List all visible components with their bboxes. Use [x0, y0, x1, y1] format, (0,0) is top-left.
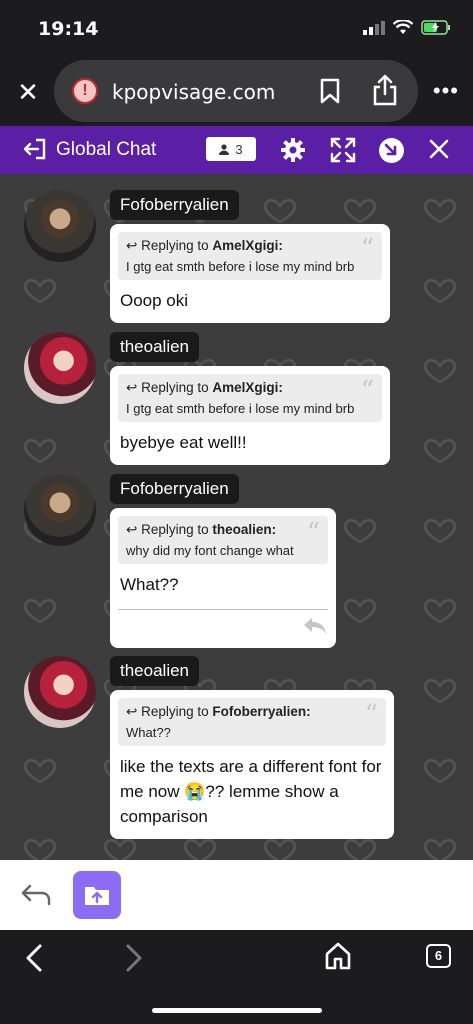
address-bar[interactable]: ! kpopvisage.com: [54, 60, 418, 122]
reply-preview[interactable]: ↩ Replying to theoalien: why did my font…: [118, 516, 328, 564]
reply-quoted-text: I gtg eat smth before i lose my mind brb: [126, 259, 355, 274]
chat-message: theoalien ↩ Replying to Fofoberryalien: …: [24, 656, 444, 846]
reply-prefix: Replying to: [141, 380, 209, 395]
back-arrow-icon[interactable]: [24, 944, 44, 972]
chat-title: Global Chat: [56, 139, 157, 160]
message-bubble[interactable]: ↩ Replying to theoalien: why did my font…: [110, 508, 336, 648]
wifi-icon: [393, 20, 413, 34]
reply-target-user: AmelXgigi:: [212, 380, 283, 395]
reply-prefix: Replying to: [141, 522, 209, 537]
close-chat-icon[interactable]: [428, 137, 450, 161]
status-icons: [363, 20, 451, 35]
reply-arrow-icon: ↩: [126, 380, 138, 395]
reply-header: ↩ Replying to AmelXgigi:: [126, 238, 348, 254]
reply-arrow-icon: ↩: [126, 522, 138, 537]
reply-preview[interactable]: ↩ Replying to AmelXgigi: I gtg eat smth …: [118, 374, 382, 422]
more-options-icon[interactable]: •••: [433, 78, 459, 104]
reply-preview[interactable]: ↩ Replying to Fofoberryalien: What?? “: [118, 698, 386, 746]
upload-button[interactable]: [73, 871, 121, 919]
username[interactable]: Fofoberryalien: [110, 474, 239, 504]
chat-message: theoalien ↩ Replying to AmelXgigi: I gtg…: [24, 332, 444, 472]
message-text: Ooop oki: [120, 291, 189, 310]
browser-bottom-bar: 6: [0, 930, 473, 1024]
forward-arrow-icon[interactable]: [124, 944, 144, 972]
status-time: 19:14: [38, 18, 99, 40]
avatar[interactable]: [24, 190, 96, 262]
reply-preview[interactable]: ↩ Replying to AmelXgigi: I gtg eat smth …: [118, 232, 382, 280]
url-text[interactable]: kpopvisage.com: [112, 80, 275, 104]
quote-icon: “: [306, 518, 320, 548]
reply-target-user: theoalien:: [212, 522, 277, 537]
chat-header: Global Chat 3: [0, 126, 473, 174]
home-icon[interactable]: [325, 942, 351, 970]
reply-prefix: Replying to: [141, 704, 209, 719]
signal-icon: [363, 20, 385, 35]
quote-icon: “: [360, 376, 374, 406]
message-text: What??: [120, 575, 179, 594]
share-icon[interactable]: [372, 74, 398, 106]
quote-icon: “: [360, 234, 374, 264]
message-bubble[interactable]: ↩ Replying to Fofoberryalien: What?? “ l…: [110, 690, 394, 839]
security-warning-icon[interactable]: !: [72, 78, 98, 104]
chat-messages-area[interactable]: Fofoberryalien ↩ Replying to AmelXgigi: …: [0, 174, 473, 860]
battery-icon: [421, 20, 450, 35]
message-bubble[interactable]: ↩ Replying to AmelXgigi: I gtg eat smth …: [110, 224, 390, 323]
message-bubble[interactable]: ↩ Replying to AmelXgigi: I gtg eat smth …: [110, 366, 390, 465]
status-bar: 19:14: [0, 0, 473, 60]
settings-gear-icon[interactable]: [280, 137, 306, 163]
exit-chat-icon[interactable]: [22, 138, 46, 160]
home-indicator: [152, 1008, 322, 1013]
chat-message: Fofoberryalien ↩ Replying to theoalien: …: [24, 474, 444, 648]
reply-quoted-text: why did my font change what: [126, 543, 294, 558]
folder-upload-icon: [85, 887, 109, 905]
reply-quoted-text: What??: [126, 725, 171, 740]
reply-arrow-icon: ↩: [126, 704, 138, 719]
reply-back-icon[interactable]: [20, 882, 52, 908]
chat-composer: [0, 860, 473, 930]
reply-action[interactable]: [118, 610, 328, 640]
avatar[interactable]: [24, 656, 96, 728]
reply-header: ↩ Replying to AmelXgigi:: [126, 380, 348, 396]
message-text: byebye eat well!!: [120, 433, 247, 452]
reply-prefix: Replying to: [141, 238, 209, 253]
user-icon: [219, 143, 230, 155]
reply-target-user: Fofoberryalien:: [212, 704, 311, 719]
close-icon[interactable]: ✕: [14, 78, 42, 106]
bookmark-icon[interactable]: [320, 78, 340, 104]
browser-toolbar: ✕ ! kpopvisage.com •••: [0, 60, 473, 126]
reply-header: ↩ Replying to Fofoberryalien:: [126, 704, 352, 720]
reply-quoted-text: I gtg eat smth before i lose my mind brb: [126, 401, 355, 416]
avatar[interactable]: [24, 332, 96, 404]
reply-header: ↩ Replying to theoalien:: [126, 522, 294, 538]
username[interactable]: theoalien: [110, 332, 200, 362]
quote-icon: “: [364, 700, 378, 730]
reply-target-user: AmelXgigi:: [212, 238, 283, 253]
username[interactable]: Fofoberryalien: [110, 190, 239, 220]
chat-message: Fofoberryalien ↩ Replying to AmelXgigi: …: [24, 190, 444, 340]
username[interactable]: theoalien: [110, 656, 200, 686]
avatar[interactable]: [24, 474, 96, 546]
online-users-badge[interactable]: 3: [206, 137, 256, 161]
expand-icon[interactable]: [330, 137, 356, 163]
minimize-icon[interactable]: [378, 137, 405, 164]
tabs-button[interactable]: 6: [426, 944, 451, 968]
online-user-count: 3: [235, 141, 243, 157]
reply-icon[interactable]: [302, 616, 328, 636]
message-text: like the texts are a different font for …: [120, 757, 382, 826]
reply-arrow-icon: ↩: [126, 238, 138, 253]
